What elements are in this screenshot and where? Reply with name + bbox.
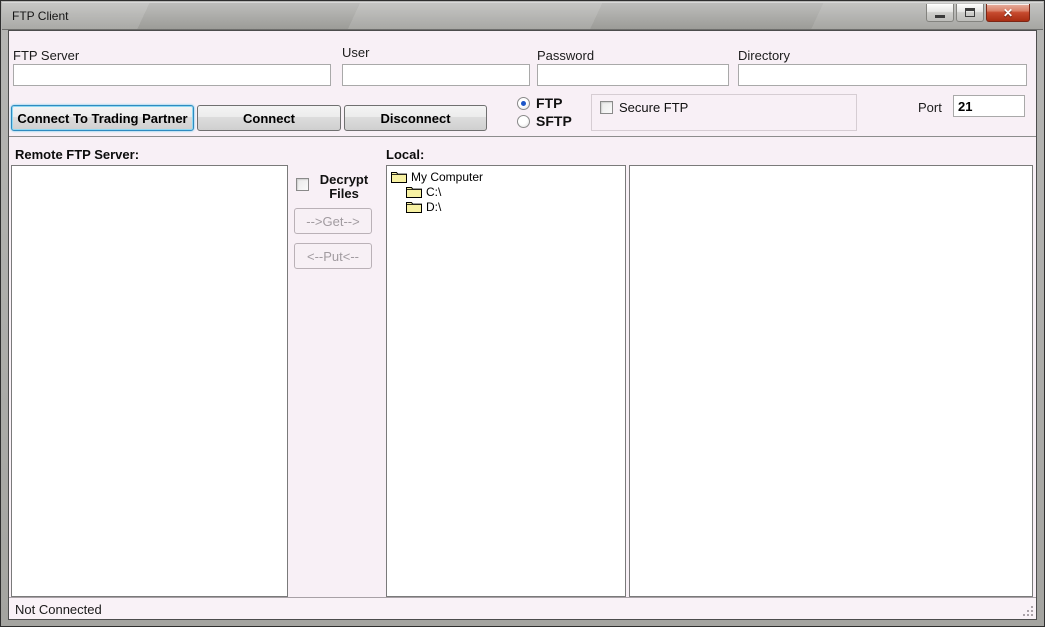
directory-input[interactable]	[738, 64, 1027, 86]
disconnect-button[interactable]: Disconnect	[344, 105, 487, 131]
status-bar: Not Connected	[9, 597, 1036, 619]
tree-item-label: C:\	[426, 185, 441, 199]
directory-label: Directory	[738, 48, 790, 63]
maximize-button[interactable]	[956, 4, 984, 22]
port-label: Port	[918, 100, 942, 115]
minimize-button[interactable]	[926, 4, 954, 22]
ftp-radio-label[interactable]: FTP	[536, 95, 562, 111]
connect-button[interactable]: Connect	[197, 105, 341, 131]
sftp-radio[interactable]	[517, 115, 530, 128]
client-area: FTP Server User Password Directory Conne…	[8, 30, 1037, 620]
local-label: Local:	[386, 147, 424, 162]
titlebar[interactable]: FTP Client ✕	[2, 2, 1043, 30]
folder-icon	[391, 170, 407, 183]
tree-item-c-drive[interactable]: C:\	[387, 184, 625, 199]
tree-item-my-computer[interactable]: My Computer	[387, 169, 625, 184]
connect-trading-partner-button[interactable]: Connect To Trading Partner	[11, 105, 194, 131]
secure-ftp-label[interactable]: Secure FTP	[619, 100, 688, 115]
decrypt-files-checkbox[interactable]	[296, 178, 309, 191]
close-icon: ✕	[1003, 7, 1013, 19]
local-tree-panel[interactable]: My Computer C:\ D:\	[386, 165, 626, 597]
close-button[interactable]: ✕	[986, 4, 1030, 22]
ftp-server-input[interactable]	[13, 64, 331, 86]
secure-ftp-checkbox[interactable]	[600, 101, 613, 114]
password-label: Password	[537, 48, 594, 63]
user-input[interactable]	[342, 64, 530, 86]
ftp-client-window: FTP Client ✕ FTP Server User Password Di…	[0, 0, 1045, 627]
sftp-radio-label[interactable]: SFTP	[536, 113, 572, 129]
local-tree: My Computer C:\ D:\	[387, 166, 625, 214]
password-input[interactable]	[537, 64, 729, 86]
maximize-icon	[965, 8, 975, 17]
tree-item-d-drive[interactable]: D:\	[387, 199, 625, 214]
secure-ftp-groupbox: Secure FTP	[591, 94, 857, 131]
window-title: FTP Client	[12, 9, 68, 23]
window-controls: ✕	[926, 4, 1030, 22]
remote-file-list[interactable]	[11, 165, 288, 597]
put-button[interactable]: <--Put<--	[294, 243, 372, 269]
get-button[interactable]: -->Get-->	[294, 208, 372, 234]
tree-item-label: My Computer	[411, 170, 483, 184]
ftp-server-label: FTP Server	[13, 48, 79, 63]
decrypt-files-label[interactable]: Decrypt Files	[312, 173, 376, 201]
user-label: User	[342, 45, 369, 60]
folder-icon	[406, 185, 422, 198]
radio-selected-dot	[521, 101, 526, 106]
connection-panel: FTP Server User Password Directory Conne…	[9, 31, 1036, 137]
local-file-list[interactable]	[629, 165, 1033, 597]
tree-item-label: D:\	[426, 200, 441, 214]
ftp-radio[interactable]	[517, 97, 530, 110]
folder-icon	[406, 200, 422, 213]
port-input[interactable]	[953, 95, 1025, 117]
status-text: Not Connected	[15, 602, 102, 617]
resize-grip-icon[interactable]	[1022, 605, 1033, 616]
remote-ftp-server-label: Remote FTP Server:	[15, 147, 139, 162]
minimize-icon	[935, 15, 945, 18]
